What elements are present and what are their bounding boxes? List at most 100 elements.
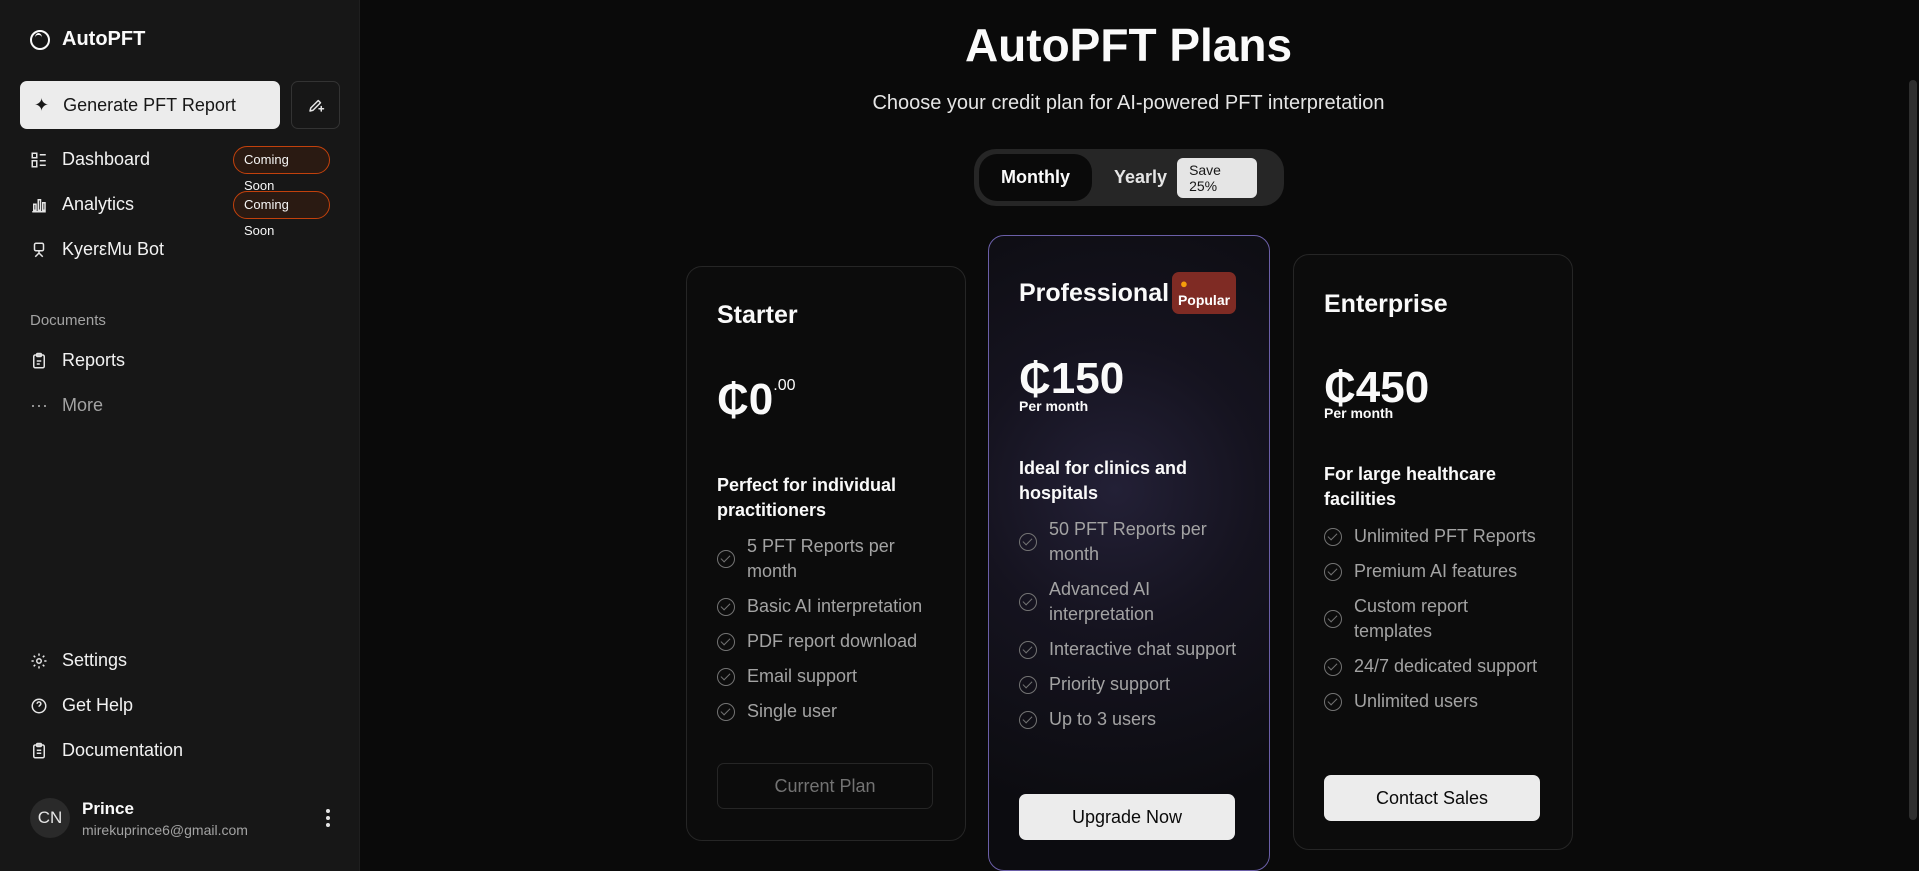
feature-item: Interactive chat support (1019, 637, 1239, 662)
billing-toggle: Monthly Yearly Save 25% (974, 149, 1284, 206)
sidebar-item-label: Analytics (62, 194, 135, 214)
feature-text: 50 PFT Reports per month (1049, 519, 1207, 564)
user-profile[interactable]: CN Prince mirekuprince6@gmail.com (30, 798, 340, 838)
sidebar-item-get-help[interactable]: Get Help (30, 695, 330, 716)
feature-item: Single user (717, 699, 937, 724)
feature-text: Up to 3 users (1049, 709, 1157, 729)
user-email: mirekuprince6@gmail.com (82, 821, 248, 838)
feature-item: Unlimited PFT Reports (1324, 524, 1544, 549)
feature-text: Premium AI features (1354, 561, 1518, 581)
sidebar-item-settings[interactable]: Settings (30, 650, 330, 671)
scrollbar[interactable] (1909, 80, 1917, 820)
more-horizontal-icon: ··· (30, 395, 48, 415)
pen-add-icon (308, 99, 324, 112)
feature-text: Email support (747, 666, 858, 686)
document-icon (30, 742, 48, 760)
brand-name: AutoPFT (62, 28, 146, 50)
sidebar-item-dashboard[interactable]: Dashboard Coming Soon (30, 146, 330, 193)
price-amount: ₵0 (717, 375, 774, 424)
feature-item: Advanced AI interpretation (1019, 577, 1239, 627)
sidebar-item-label: Get Help (62, 695, 134, 715)
brand[interactable]: AutoPFT (30, 28, 145, 51)
help-circle-icon (30, 697, 48, 715)
feature-item: 50 PFT Reports per month (1019, 517, 1239, 567)
feature-text: Custom report templates (1354, 596, 1469, 641)
clipboard-icon (30, 352, 48, 370)
check-circle-icon (717, 597, 735, 616)
feature-text: Unlimited PFT Reports (1354, 526, 1536, 546)
feature-text: Unlimited users (1354, 691, 1479, 711)
feature-item: Custom report templates (1324, 594, 1544, 644)
check-circle-icon (1324, 692, 1342, 711)
feature-list: Unlimited PFT Reports Premium AI feature… (1324, 524, 1544, 724)
flame-icon: ● (1180, 276, 1188, 291)
feature-item: 5 PFT Reports per month (717, 534, 937, 584)
price-cents: .00 (773, 377, 796, 394)
feature-text: Single user (747, 701, 838, 721)
toggle-monthly[interactable]: Monthly (979, 154, 1092, 201)
feature-item: PDF report download (717, 629, 937, 654)
documents-section-label: Documents (30, 312, 106, 329)
sidebar-item-bot[interactable]: KyerεMu Bot (30, 239, 330, 260)
save-badge: Save 25% (1177, 157, 1257, 198)
check-circle-icon (717, 550, 735, 568)
plan-description: Ideal for clinics and hospitals (1019, 458, 1188, 503)
check-circle-icon (1324, 527, 1342, 546)
feature-list: 5 PFT Reports per month Basic AI interpr… (717, 534, 937, 734)
check-circle-icon (1324, 657, 1342, 676)
new-item-button[interactable] (291, 81, 340, 129)
feature-text: Interactive chat support (1049, 639, 1237, 659)
plan-card-professional: Professional ● Popular ₵150 Per month Id… (988, 235, 1270, 871)
sidebar: AutoPFT ✦ Generate PFT Report Dashboard … (0, 0, 360, 871)
check-circle-icon (1324, 562, 1342, 581)
generate-report-button[interactable]: ✦ Generate PFT Report (20, 81, 280, 129)
check-circle-icon (1019, 640, 1037, 659)
feature-text: Advanced AI interpretation (1049, 579, 1155, 624)
check-circle-icon (1324, 610, 1342, 628)
gear-icon (30, 652, 48, 670)
bot-icon (30, 241, 48, 259)
feature-list: 50 PFT Reports per month Advanced AI int… (1019, 517, 1239, 742)
sidebar-item-label: Documentation (62, 740, 184, 760)
price-period: Per month (1019, 398, 1089, 414)
check-circle-icon (717, 632, 735, 651)
bar-chart-icon (30, 196, 48, 214)
check-circle-icon (1019, 593, 1037, 611)
main-content: AutoPFT Plans Choose your credit plan fo… (360, 0, 1919, 871)
feature-item: Unlimited users (1324, 689, 1544, 714)
coming-soon-badge: Coming Soon (233, 191, 330, 238)
dashboard-icon (30, 151, 48, 169)
sidebar-item-label: More (62, 395, 104, 415)
plan-description: Perfect for individual practitioners (717, 475, 897, 520)
toggle-yearly[interactable]: Yearly Save 25% (1092, 154, 1279, 201)
feature-text: Priority support (1049, 674, 1171, 694)
price-period: Per month (1324, 405, 1394, 421)
check-circle-icon (717, 702, 735, 721)
sidebar-item-more[interactable]: ··· More (30, 395, 330, 416)
sidebar-item-analytics[interactable]: Analytics Coming Soon (30, 191, 330, 238)
feature-text: PDF report download (747, 631, 918, 651)
sidebar-item-label: Settings (62, 650, 128, 670)
more-vertical-icon[interactable] (316, 806, 340, 830)
contact-sales-button[interactable]: Contact Sales (1324, 775, 1540, 821)
upgrade-now-button[interactable]: Upgrade Now (1019, 794, 1235, 840)
check-circle-icon (1019, 533, 1037, 551)
sidebar-item-label: Reports (62, 350, 126, 370)
page-subtitle: Choose your credit plan for AI-powered P… (872, 92, 1385, 114)
generate-report-label: Generate PFT Report (63, 94, 236, 115)
sparkle-icon: ✦ (34, 94, 50, 115)
feature-text: 5 PFT Reports per month (747, 536, 895, 581)
feature-item: Up to 3 users (1019, 707, 1239, 732)
popular-badge: ● Popular (1172, 272, 1236, 314)
feature-text: 24/7 dedicated support (1354, 656, 1538, 676)
sidebar-item-label: Dashboard (62, 149, 151, 169)
feature-item: Basic AI interpretation (717, 594, 937, 619)
current-plan-button[interactable]: Current Plan (717, 763, 933, 809)
user-name: Prince (82, 798, 134, 818)
sidebar-item-reports[interactable]: Reports (30, 350, 330, 371)
sidebar-item-documentation[interactable]: Documentation (30, 740, 330, 761)
check-circle-icon (717, 667, 735, 686)
feature-item: Priority support (1019, 672, 1239, 697)
plan-description: For large healthcare facilities (1324, 464, 1497, 509)
plan-name: Professional (1019, 279, 1170, 307)
